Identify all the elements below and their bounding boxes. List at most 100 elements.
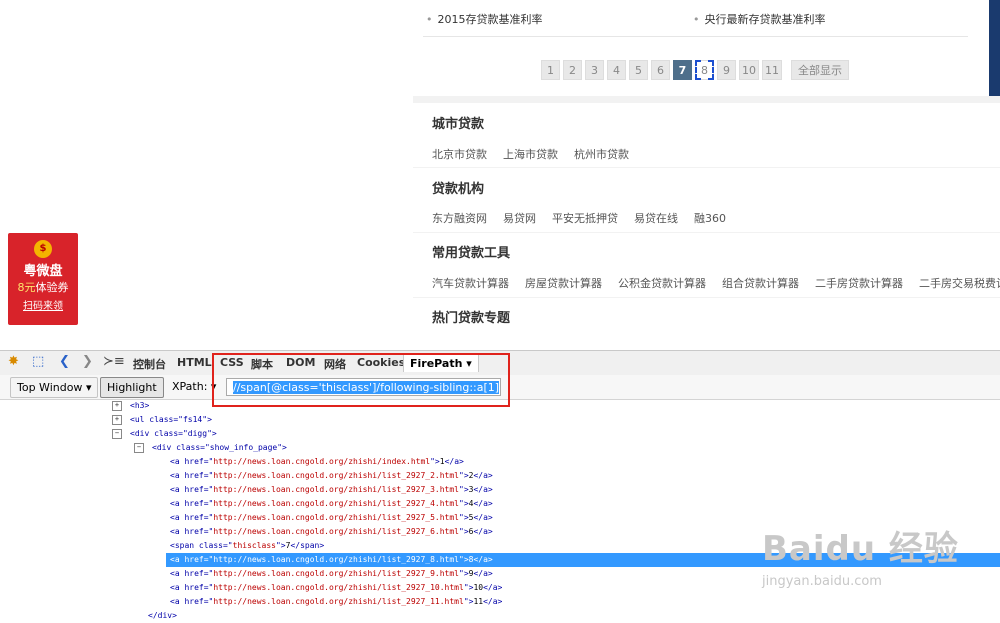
tree-link-node[interactable]: <a href="http://news.loan.cngold.org/zhi… bbox=[170, 497, 493, 511]
tab-html[interactable]: HTML bbox=[177, 356, 212, 369]
section-loan-tools: 常用贷款工具 汽车贷款计算器 房屋贷款计算器 公积金贷款计算器 组合贷款计算器 … bbox=[413, 233, 1000, 297]
bullet-icon: • bbox=[693, 13, 700, 26]
page-link-5[interactable]: 5 bbox=[629, 60, 648, 80]
tree-link-node[interactable]: <a href="http://news.loan.cngold.org/zhi… bbox=[170, 455, 464, 469]
link-shanghai[interactable]: 上海市贷款 bbox=[503, 146, 558, 162]
promo-title: 粤微盘 bbox=[23, 264, 63, 279]
page-link-9[interactable]: 9 bbox=[717, 60, 736, 80]
tab-firepath[interactable]: FirePath ▾ bbox=[403, 354, 479, 372]
expand-icon[interactable]: + bbox=[112, 414, 122, 425]
top-window-label: Top Window bbox=[17, 381, 83, 394]
link-institution[interactable]: 易贷在线 bbox=[634, 210, 678, 226]
page-current-7: 7 bbox=[673, 60, 692, 80]
tree-link-node[interactable]: <a href="http://news.loan.cngold.org/zhi… bbox=[170, 525, 493, 539]
dropdown-arrow-icon: ▾ bbox=[210, 380, 217, 393]
side-banner-edge bbox=[989, 0, 1000, 96]
devtools-tabbar: ✸ ⬚ ❮ ❯ ≻≡ 控制台 HTML CSS 脚本 DOM 网络 Cookie… bbox=[0, 351, 1000, 376]
link-institution[interactable]: 易贷网 bbox=[503, 210, 536, 226]
section-links: 东方融资网 易贷网 平安无抵押贷 易贷在线 融360 bbox=[432, 210, 726, 226]
page-link-8[interactable]: 8 bbox=[695, 60, 714, 80]
tree-link-node[interactable]: <a href="http://news.loan.cngold.org/zhi… bbox=[170, 581, 502, 595]
link-institution[interactable]: 东方融资网 bbox=[432, 210, 487, 226]
link-tool[interactable]: 二手房贷款计算器 bbox=[815, 275, 903, 291]
command-line-icon[interactable]: ≻≡ bbox=[103, 354, 125, 369]
highlight-button[interactable]: Highlight bbox=[100, 377, 164, 398]
tree-node: </div> bbox=[148, 611, 177, 620]
link-tool[interactable]: 公积金贷款计算器 bbox=[618, 275, 706, 291]
back-arrow-icon[interactable]: ❮ bbox=[59, 354, 70, 369]
bullet-icon: • bbox=[426, 13, 433, 26]
tree-link-node[interactable]: <a href="http://news.loan.cngold.org/zhi… bbox=[170, 595, 502, 609]
page-link-11[interactable]: 11 bbox=[762, 60, 782, 80]
firebug-icon[interactable]: ✸ bbox=[8, 354, 19, 369]
tab-cookies[interactable]: Cookies bbox=[357, 356, 405, 369]
section-loan-institutions: 贷款机构 东方融资网 易贷网 平安无抵押贷 易贷在线 融360 bbox=[413, 168, 1000, 232]
show-all-button[interactable]: 全部显示 bbox=[791, 60, 849, 80]
tab-dom[interactable]: DOM bbox=[286, 356, 315, 369]
xpath-dropdown[interactable]: XPath: ▾ bbox=[172, 380, 216, 393]
right-column: • 2015存贷款基准利率 • 央行最新存贷款基准利率 1 2 3 4 5 6 7 … bbox=[413, 0, 1000, 350]
section-city-loans: 城市贷款 北京市贷款 上海市贷款 杭州市贷款 bbox=[413, 103, 1000, 167]
firepath-toolbar: Top Window ▾ Highlight XPath: ▾ //span[@… bbox=[0, 375, 1000, 400]
collapse-icon[interactable]: − bbox=[112, 428, 122, 439]
section-title: 贷款机构 bbox=[432, 182, 485, 197]
link-tool[interactable]: 汽车贷款计算器 bbox=[432, 275, 509, 291]
promo-coupon-banner[interactable]: $ 粤微盘 8元体验券 扫码来领 bbox=[8, 233, 78, 325]
forward-arrow-icon[interactable]: ❯ bbox=[82, 354, 93, 369]
tree-node[interactable]: + <ul class="fs14"> bbox=[112, 413, 212, 427]
news-left-label: 2015存贷款基准利率 bbox=[437, 13, 543, 26]
page-link-6[interactable]: 6 bbox=[651, 60, 670, 80]
link-hangzhou[interactable]: 杭州市贷款 bbox=[574, 146, 629, 162]
page-link-10[interactable]: 10 bbox=[739, 60, 759, 80]
collapse-icon[interactable]: − bbox=[134, 442, 144, 453]
link-institution[interactable]: 融360 bbox=[694, 210, 726, 226]
news-link-left[interactable]: • 2015存贷款基准利率 bbox=[426, 11, 543, 27]
section-links: 汽车贷款计算器 房屋贷款计算器 公积金贷款计算器 组合贷款计算器 二手房贷款计算… bbox=[432, 275, 1000, 291]
section-links: 北京市贷款 上海市贷款 杭州市贷款 bbox=[432, 146, 629, 162]
section-title: 城市贷款 bbox=[432, 117, 485, 132]
baidu-watermark: Baidu 经验 jingyan.baidu.com bbox=[762, 521, 959, 589]
tree-node[interactable]: − <div class="digg"> bbox=[112, 427, 217, 441]
tab-css[interactable]: CSS bbox=[220, 356, 244, 369]
tree-node[interactable]: + <h3> bbox=[112, 399, 149, 413]
page-link-1[interactable]: 1 bbox=[541, 60, 560, 80]
link-tool[interactable]: 房屋贷款计算器 bbox=[525, 275, 602, 291]
inspect-icon[interactable]: ⬚ bbox=[32, 354, 44, 369]
link-tool[interactable]: 组合贷款计算器 bbox=[722, 275, 799, 291]
tree-link-node[interactable]: <a href="http://news.loan.cngold.org/zhi… bbox=[170, 567, 493, 581]
news-box: • 2015存贷款基准利率 • 央行最新存贷款基准利率 1 2 3 4 5 6 7 … bbox=[413, 0, 990, 96]
page-link-3[interactable]: 3 bbox=[585, 60, 604, 80]
tab-console[interactable]: 控制台 bbox=[133, 356, 166, 372]
tree-node[interactable]: − <div class="show_info_page"> bbox=[134, 441, 287, 455]
page-link-2[interactable]: 2 bbox=[563, 60, 582, 80]
page-link-4[interactable]: 4 bbox=[607, 60, 626, 80]
top-window-dropdown[interactable]: Top Window ▾ bbox=[10, 377, 99, 398]
link-institution[interactable]: 平安无抵押贷 bbox=[552, 210, 618, 226]
link-tool[interactable]: 二手房交易税费计算 bbox=[919, 275, 1000, 291]
news-link-right[interactable]: • 央行最新存贷款基准利率 bbox=[693, 11, 826, 27]
expand-icon[interactable]: + bbox=[112, 400, 122, 411]
tab-script[interactable]: 脚本 bbox=[251, 356, 273, 372]
section-title: 热门贷款专题 bbox=[432, 311, 511, 326]
link-beijing[interactable]: 北京市贷款 bbox=[432, 146, 487, 162]
divider bbox=[423, 36, 968, 37]
web-page: $ 粤微盘 8元体验券 扫码来领 • 2015存贷款基准利率 • 央行最新存贷款基准… bbox=[0, 0, 1000, 350]
xpath-value: //span[@class='thisclass']/following-sib… bbox=[233, 381, 500, 394]
promo-amount: 8元 bbox=[17, 281, 36, 294]
devtools-panel: ✸ ⬚ ❮ ❯ ≻≡ 控制台 HTML CSS 脚本 DOM 网络 Cookie… bbox=[0, 350, 1000, 620]
promo-cta[interactable]: 扫码来领 bbox=[8, 297, 78, 312]
tree-link-node[interactable]: <a href="http://news.loan.cngold.org/zhi… bbox=[170, 483, 493, 497]
section-hot-topics: 热门贷款专题 bbox=[413, 298, 1000, 350]
watermark-url: jingyan.baidu.com bbox=[762, 574, 882, 589]
watermark-brand: Baidu 经验 bbox=[762, 529, 959, 569]
pagination: 1 2 3 4 5 6 7 8 9 10 11 全部显示 bbox=[541, 60, 849, 80]
tab-network[interactable]: 网络 bbox=[324, 356, 346, 372]
tree-link-node[interactable]: <a href="http://news.loan.cngold.org/zhi… bbox=[170, 469, 493, 483]
section-title: 常用贷款工具 bbox=[432, 246, 511, 261]
tree-span-node[interactable]: <span class="thisclass">7</span> bbox=[170, 539, 324, 553]
dropdown-arrow-icon: ▾ bbox=[85, 381, 92, 394]
tree-link-node[interactable]: <a href="http://news.loan.cngold.org/zhi… bbox=[170, 511, 493, 525]
promo-coupon: 体验券 bbox=[35, 281, 69, 294]
coin-icon: $ bbox=[34, 240, 52, 258]
xpath-input[interactable]: //span[@class='thisclass']/following-sib… bbox=[226, 378, 501, 396]
